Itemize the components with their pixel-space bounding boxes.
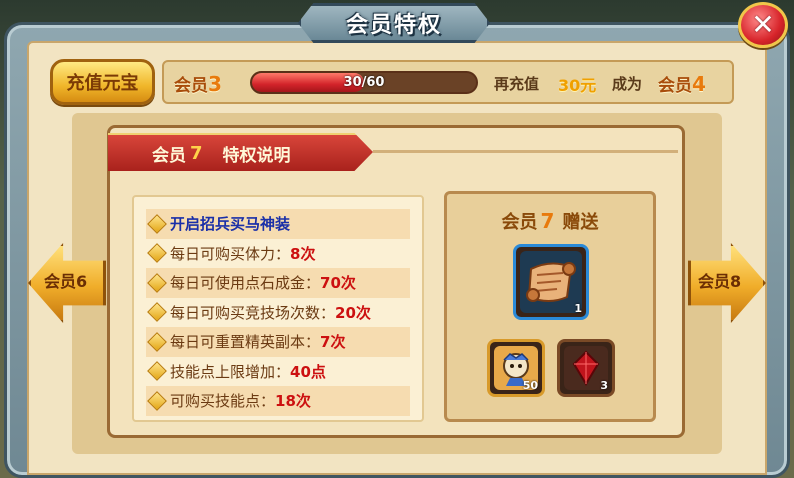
privilege-value: 20次 [335, 303, 371, 322]
privilege-text: 开启招兵买马神装 [170, 215, 291, 234]
gift-item-red-gem[interactable]: 3 [557, 339, 615, 397]
privilege-text: 每日可重置精英副本： [170, 333, 321, 352]
diamond-bullet-icon [147, 272, 167, 293]
prev-vip-label: 会员6 [44, 272, 88, 291]
section-title: 特权说明 [222, 145, 291, 166]
recharge-button[interactable]: 充值元宝 [50, 59, 155, 105]
gift-title: 会员 7 赠送 [447, 208, 653, 234]
current-vip-level: 3 [208, 72, 222, 96]
diamond-bullet-icon [147, 331, 167, 352]
privilege-value: 40点 [290, 362, 326, 381]
privilege-value: 8次 [290, 244, 316, 263]
close-icon: ✕ [751, 8, 775, 41]
ribbon-divider [373, 150, 678, 153]
privilege-text: 可购买技能点： [170, 392, 276, 411]
next-vip-level: 4 [692, 72, 706, 96]
gift-item-hero-card[interactable]: 50 [487, 339, 545, 397]
gift-item-count: 50 [522, 379, 538, 392]
privilege-item: 技能点上限增加： 40点 [146, 356, 410, 386]
next-vip-label: 会员8 [698, 272, 742, 291]
gift-vip-label: 会员 [501, 212, 538, 233]
current-vip-badge: 会员3 [174, 71, 222, 96]
dialog-title: 会员特权 [298, 3, 490, 43]
privilege-value: 7次 [320, 333, 346, 352]
privilege-list: 开启招兵买马神装 每日可购买体力： 8次 每日可使用点石成金： 70次 每日可购买竞技场次… [132, 195, 424, 422]
current-vip-label: 会员 [174, 76, 208, 96]
privilege-item: 开启招兵买马神装 [146, 209, 410, 239]
gift-item-scroll[interactable]: 1 [513, 244, 589, 320]
privilege-item: 每日可购买竞技场次数： 20次 [146, 297, 410, 327]
privilege-item: 每日可重置精英副本： 7次 [146, 327, 410, 357]
become-text: 成为 [612, 75, 643, 93]
privilege-item: 可购买技能点： 18次 [146, 386, 410, 416]
gift-panel: 会员 7 赠送 1 50 3 [444, 191, 656, 422]
diamond-bullet-icon [147, 361, 167, 382]
privilege-text: 每日可购买竞技场次数： [170, 303, 336, 322]
vip-progress-bar: 会员3 30/60 再充值 30元 成为 会员4 [162, 60, 734, 104]
recharge-button-label: 充值元宝 [66, 73, 139, 94]
diamond-bullet-icon [147, 390, 167, 411]
gift-item-count: 3 [600, 379, 608, 392]
gift-vip-level: 7 [540, 209, 555, 233]
diamond-bullet-icon [147, 213, 167, 234]
dialog-title-text: 会员特权 [345, 13, 442, 38]
close-button[interactable]: ✕ [738, 2, 788, 48]
section-vip-level: 7 [190, 142, 203, 164]
privilege-item: 每日可使用点石成金： 70次 [146, 268, 410, 298]
red-gem-icon [572, 350, 600, 386]
privilege-text: 每日可使用点石成金： [170, 274, 321, 293]
section-ribbon: 会员 7 特权说明 [108, 133, 373, 171]
gift-title-text: 赠送 [562, 212, 599, 233]
privilege-text: 技能点上限增加： [170, 362, 291, 381]
diamond-bullet-icon [147, 243, 167, 264]
recharge-amount: 30元 [558, 76, 597, 95]
scroll-icon [526, 262, 576, 302]
privilege-text: 每日可购买体力： [170, 244, 291, 263]
recharge-prefix-text: 再充值 [494, 75, 540, 93]
recharge-progress-text: 30/60 [343, 75, 385, 90]
next-vip-label: 会员 [658, 76, 692, 96]
section-vip-label: 会员 [152, 145, 186, 166]
recharge-progress: 30/60 [250, 71, 478, 94]
privilege-value: 70次 [320, 274, 356, 293]
next-vip-badge: 会员4 [658, 71, 706, 96]
privilege-item: 每日可购买体力： 8次 [146, 238, 410, 268]
gift-item-count: 1 [574, 302, 582, 315]
diamond-bullet-icon [147, 302, 167, 323]
privilege-value: 18次 [275, 392, 311, 411]
